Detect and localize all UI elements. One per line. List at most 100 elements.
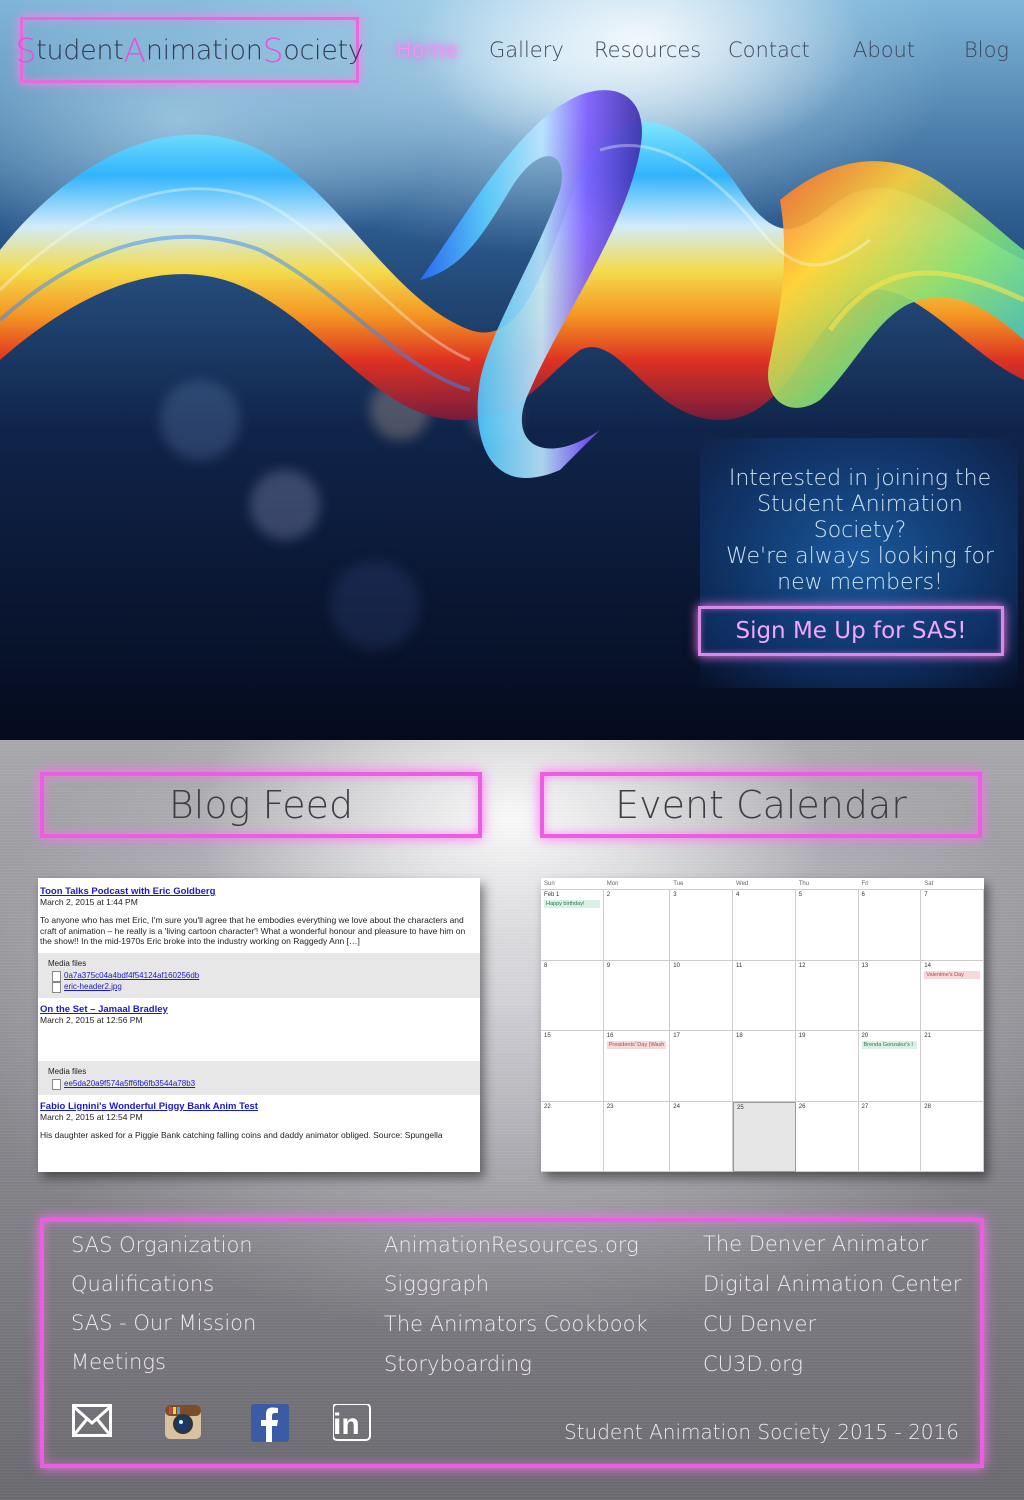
calendar-day-cell[interactable]: 25 [733, 1101, 796, 1172]
footer-link[interactable]: SAS Organization [71, 1233, 253, 1257]
calendar-day-cell[interactable]: 28 [921, 1101, 984, 1172]
calendar-event[interactable]: Happy birthday! [544, 900, 600, 908]
post-title-link[interactable]: Fabio Lignini's Wonderful Piggy Bank Ani… [40, 1101, 478, 1112]
calendar-date-number: 5 [798, 892, 803, 898]
calendar-date-number: 27 [861, 1103, 869, 1110]
footer-link[interactable]: CU Denver [703, 1312, 816, 1336]
calendar-date-number: 14 [924, 962, 931, 969]
footer-link[interactable]: The Animators Cookbook [384, 1312, 648, 1336]
post-date: March 2, 2015 at 12:56 PM [40, 1014, 143, 1025]
nav-about[interactable]: About [853, 38, 915, 62]
calendar-day-cell[interactable]: 19 [795, 1031, 859, 1102]
calendar-day-cell[interactable]: 3 [670, 890, 734, 961]
footer-link[interactable]: CU3D.org [703, 1352, 803, 1376]
calendar-date-number: 8 [544, 962, 548, 969]
calendar-date-number: 13 [861, 962, 869, 969]
calendar-date-number: 28 [924, 1103, 931, 1110]
calendar-day-cell[interactable]: 8 [541, 960, 604, 1031]
calendar-day-cell[interactable]: 6 [858, 890, 922, 961]
footer-link[interactable]: Meetings [71, 1350, 166, 1374]
media-file-link[interactable]: ee5da20a9f574a5ff6fb6fb3544a78b3 [48, 1078, 470, 1090]
blog-post: Fabio Lignini's Wonderful Piggy Bank Ani… [38, 1095, 480, 1145]
mail-icon[interactable] [72, 1404, 112, 1440]
calendar-day-cell[interactable]: 11 [733, 960, 796, 1031]
media-file-link[interactable]: eric-header2.jpg [48, 981, 470, 993]
calendar-day-cell[interactable]: 18 [733, 1031, 796, 1102]
calendar-day-cell[interactable]: Feb 1 Happy birthday! [541, 890, 604, 961]
calendar-day-cell[interactable]: 22 [541, 1101, 604, 1172]
blog-post: On the Set – Jamaal Bradley March 2, 201… [38, 998, 480, 1055]
calendar-date-number: 9 [606, 962, 611, 969]
blog-feed-panel: Toon Talks Podcast with Eric Goldberg Ma… [38, 878, 480, 1172]
calendar-day-cell[interactable]: 20 Brenda Gonzalez's I [858, 1031, 922, 1102]
media-file-link[interactable]: 0a7a375c04a4bdf4f54124af160256db [48, 970, 470, 982]
svg-text:in: in [333, 1408, 360, 1441]
calendar-day-cell[interactable]: 10 [670, 960, 734, 1031]
calendar-date-number: 6 [861, 892, 865, 898]
join-line: Society? [813, 518, 907, 543]
calendar-event[interactable]: Valentine's Day [924, 970, 980, 979]
calendar-day-cell[interactable]: 2 [603, 890, 671, 961]
calendar-day-header: Sun [541, 878, 604, 890]
calendar-date-number: 21 [924, 1033, 931, 1039]
linkedin-icon[interactable]: in [332, 1403, 373, 1441]
calendar-date-number: 2 [606, 892, 611, 898]
calendar-date-number: 17 [673, 1033, 680, 1039]
content-area: Blog Feed Event Calendar Toon Talks Podc… [0, 740, 1024, 1500]
calendar-event[interactable]: Presidents' Day (Wash [606, 1041, 667, 1049]
instagram-icon[interactable] [164, 1404, 204, 1440]
footer-link[interactable]: Sigggraph [384, 1272, 489, 1296]
calendar-day-cell[interactable]: 13 [858, 960, 922, 1031]
facebook-icon[interactable] [251, 1404, 291, 1442]
nav-contact[interactable]: Contact [728, 38, 810, 62]
event-calendar-heading: Event Calendar [540, 772, 982, 838]
calendar-day-cell[interactable]: 4 [733, 890, 796, 961]
calendar-day-cell[interactable]: 9 [603, 960, 671, 1031]
calendar-day-cell[interactable]: 14 Valentine's Day [921, 960, 984, 1031]
footer-link[interactable]: AnimationResources.org [384, 1233, 639, 1257]
footer-link[interactable]: SAS - Our Mission [71, 1311, 256, 1335]
post-title-link[interactable]: Toon Talks Podcast with Eric Goldberg [40, 886, 478, 897]
footer-link[interactable]: Qualifications [71, 1272, 214, 1296]
join-line: We're always looking for [726, 544, 994, 569]
calendar-day-cell[interactable]: 16 Presidents' Day (Wash [603, 1031, 671, 1102]
footer-link[interactable]: Storyboarding [384, 1352, 532, 1376]
calendar-day-cell[interactable]: 7 [921, 890, 984, 961]
calendar-event[interactable]: Brenda Gonzalez's I [861, 1041, 918, 1049]
calendar-day-cell[interactable]: 5 [795, 890, 859, 961]
media-files-label: Media files [48, 958, 87, 968]
calendar-date-number: 24 [673, 1103, 680, 1110]
calendar-day-cell[interactable]: 15 [541, 1031, 604, 1102]
calendar-date-number: 26 [798, 1103, 806, 1110]
post-title-link[interactable]: On the Set – Jamaal Bradley [40, 1004, 478, 1015]
calendar-date-number: 20 [861, 1033, 869, 1039]
join-line: Student Animation [757, 492, 963, 517]
footer-link[interactable]: Digital Animation Center [703, 1272, 961, 1296]
calendar-day-cell[interactable]: 21 [921, 1031, 984, 1102]
hero-banner: Student Animation Society Home Gallery Res… [0, 0, 1024, 740]
media-files-label: Media files [48, 1066, 87, 1076]
join-message: Interested in joining the Student Animat… [712, 466, 1008, 596]
calendar-date-number: 16 [606, 1033, 614, 1039]
calendar-day-cell[interactable]: 26 [795, 1101, 859, 1172]
calendar-day-cell[interactable]: 24 [670, 1101, 734, 1172]
calendar-day-cell[interactable]: 27 [858, 1101, 922, 1172]
calendar-date-number: 15 [544, 1033, 551, 1039]
signup-button[interactable]: Sign Me Up for SAS! [698, 606, 1004, 656]
nav-blog[interactable]: Blog [964, 38, 1009, 62]
footer-link[interactable]: The Denver Animator [703, 1232, 928, 1256]
calendar-day-cell[interactable]: 23 [603, 1101, 671, 1172]
post-excerpt: To anyone who has met Eric, I'm sure you… [40, 915, 466, 946]
join-line: Interested in joining the [728, 466, 992, 491]
join-line: new members! [777, 570, 943, 595]
calendar-date-number: 25 [737, 1104, 744, 1111]
calendar-day-cell[interactable]: 12 [795, 960, 859, 1031]
calendar-date-number: 11 [736, 962, 743, 969]
nav-resources[interactable]: Resources [594, 38, 701, 62]
post-date: March 2, 2015 at 12:54 PM [40, 1111, 143, 1122]
calendar-day-cell[interactable]: 17 [670, 1031, 734, 1102]
nav-home[interactable]: Home [396, 38, 458, 62]
calendar-day-header: Tue [670, 878, 734, 890]
media-files-block: Media files ee5da20a9f574a5ff6fb6fb3544a… [38, 1060, 480, 1095]
nav-gallery[interactable]: Gallery [489, 38, 564, 62]
